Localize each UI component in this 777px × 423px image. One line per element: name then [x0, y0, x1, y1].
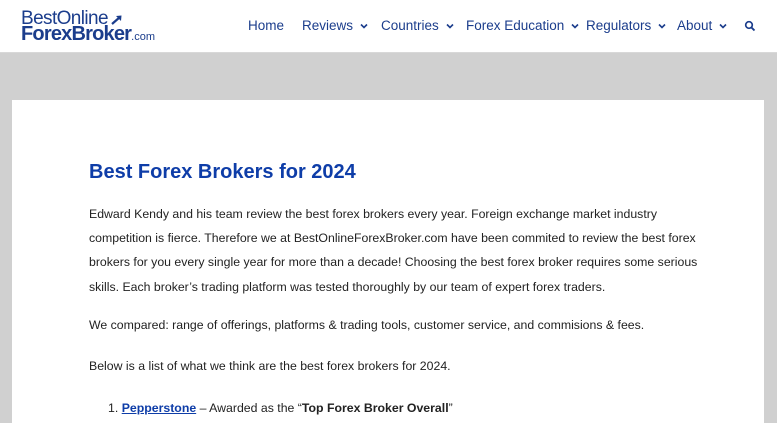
chevron-down-icon — [658, 23, 666, 29]
chevron-down-icon — [446, 23, 454, 29]
nav-home-label: Home — [248, 18, 285, 33]
nav-regulators-label: Regulators — [586, 18, 652, 33]
nav-home[interactable]: Home — [248, 18, 284, 33]
nav-forex-education-label: Forex Education — [466, 18, 565, 33]
chevron-down-icon — [719, 23, 727, 29]
nav-reviews[interactable]: Reviews — [302, 18, 369, 33]
logo-line-2-text: ForexBroker — [21, 23, 132, 45]
list-item: 1. Pepperstone – Awarded as the “Top For… — [108, 396, 453, 420]
pepperstone-link[interactable]: Pepperstone — [122, 401, 196, 415]
page-title: Best Forex Brokers for 2024 — [89, 161, 356, 183]
chevron-down-icon — [571, 23, 579, 29]
search-icon[interactable] — [744, 20, 756, 32]
list-item-closing: ” — [448, 401, 453, 415]
list-item-award: Top Forex Broker Overall — [301, 401, 449, 415]
logo-suffix: .com — [131, 31, 155, 43]
page-backdrop — [0, 54, 777, 100]
site-logo[interactable]: BestOnline ForexBroker.com — [21, 9, 155, 45]
chevron-down-icon — [360, 23, 368, 29]
nav-about[interactable]: About — [677, 18, 728, 33]
nav-about-label: About — [677, 18, 713, 33]
list-item-number: 1. — [108, 401, 119, 415]
nav-forex-education[interactable]: Forex Education — [466, 18, 580, 33]
list-item-separator: – Awarded as the “ — [196, 401, 302, 415]
logo-line-2: ForexBroker.com — [21, 24, 155, 48]
nav-countries[interactable]: Countries — [381, 18, 455, 33]
comparison-paragraph: We compared: range of offerings, platfor… — [89, 318, 645, 332]
nav-regulators[interactable]: Regulators — [586, 18, 667, 33]
site-header: BestOnline ForexBroker.com Home Reviews … — [0, 0, 777, 53]
intro-paragraph: Edward Kendy and his team review the bes… — [89, 207, 698, 294]
nav-reviews-label: Reviews — [302, 18, 354, 33]
nav-countries-label: Countries — [381, 18, 439, 33]
list-intro-paragraph: Below is a list of what we think are the… — [89, 359, 451, 373]
